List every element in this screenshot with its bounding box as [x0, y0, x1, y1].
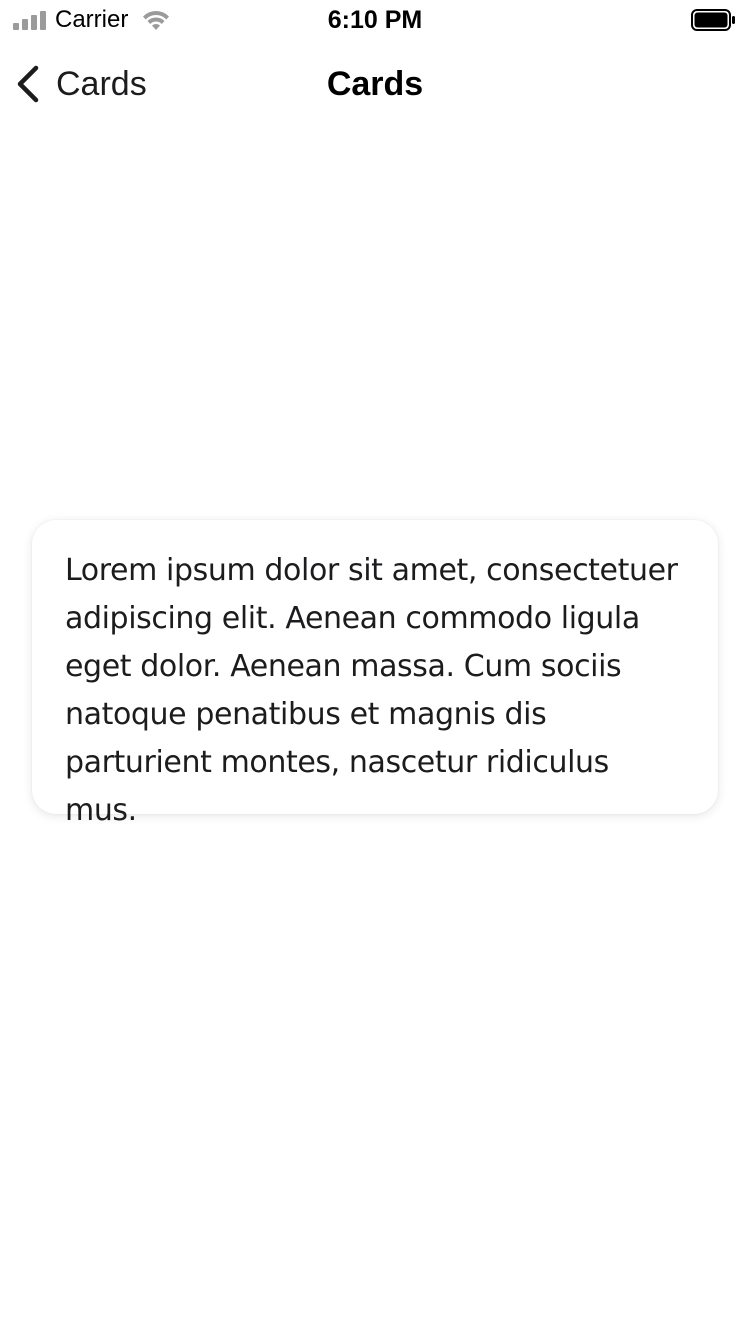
- card: Lorem ipsum dolor sit amet, consectetuer…: [32, 520, 718, 828]
- page-title: Cards: [326, 65, 424, 103]
- status-time: 6:10 PM: [327, 6, 423, 34]
- card-body-text: Lorem ipsum dolor sit amet, consectetuer…: [65, 553, 678, 828]
- status-bar: Carrier 6:10 PM: [0, 0, 750, 40]
- battery-icon: [691, 9, 735, 31]
- navigation-bar: Cards Cards: [0, 40, 750, 128]
